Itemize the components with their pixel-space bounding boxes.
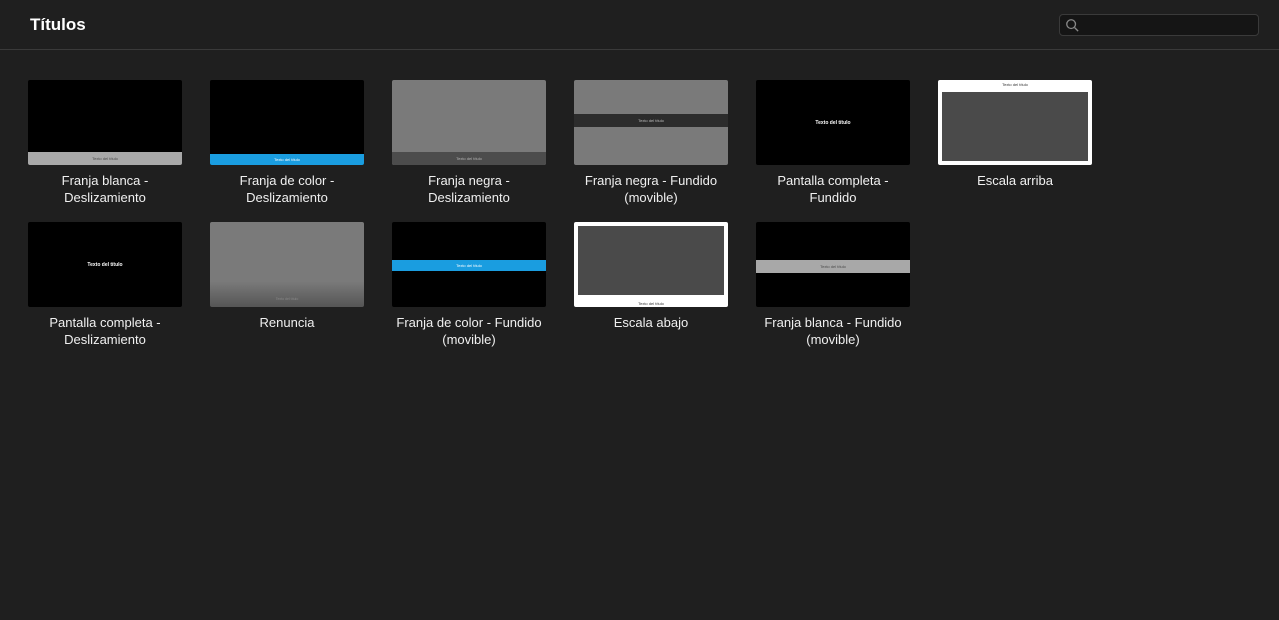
page-title: Títulos [30,15,86,35]
title-tile-franja-negra-deslizamiento[interactable]: Texto del título Franja negra - Deslizam… [392,80,546,207]
title-tile-escala-abajo[interactable]: Texto del título Escala abajo [574,222,728,349]
title-tile-franja-blanca-deslizamiento[interactable]: Texto del título Franja blanca - Desliza… [28,80,182,207]
tile-thumbnail: Texto del título [756,80,910,165]
title-tile-pantalla-completa-deslizamiento[interactable]: Texto del título Pantalla completa - Des… [28,222,182,349]
search-input[interactable] [1059,14,1259,36]
tile-label: Franja blanca - Fundido (movible) [756,315,910,349]
titles-grid: Texto del título Franja blanca - Desliza… [0,50,1279,379]
tile-thumbnail: Texto del título [392,80,546,165]
tile-label: Franja blanca - Deslizamiento [28,173,182,207]
tile-label: Escala arriba [938,173,1092,207]
tile-label: Franja negra - Fundido (movible) [574,173,728,207]
title-tile-franja-color-deslizamiento[interactable]: Texto del título Franja de color - Desli… [210,80,364,207]
title-tile-franja-negra-fundido[interactable]: Texto del título Franja negra - Fundido … [574,80,728,207]
tile-thumbnail: Texto del título [28,80,182,165]
tile-label: Pantalla completa - Deslizamiento [28,315,182,349]
title-tile-franja-color-fundido[interactable]: Texto del título Franja de color - Fundi… [392,222,546,349]
title-tile-franja-blanca-fundido[interactable]: Texto del título Franja blanca - Fundido… [756,222,910,349]
tile-thumbnail: Texto del título [210,80,364,165]
header-bar: Títulos [0,0,1279,50]
tile-thumbnail: Texto del título [210,222,364,307]
tile-label: Franja negra - Deslizamiento [392,173,546,207]
tile-thumbnail: Texto del título [392,222,546,307]
tile-thumbnail: Texto del título [574,222,728,307]
title-tile-renuncia[interactable]: Texto del título Renuncia [210,222,364,349]
tile-label: Franja de color - Deslizamiento [210,173,364,207]
tile-thumbnail: Texto del título [574,80,728,165]
tile-thumbnail: Texto del título [28,222,182,307]
tile-label: Franja de color - Fundido (movible) [392,315,546,349]
tile-label: Escala abajo [574,315,728,349]
title-tile-pantalla-completa-fundido[interactable]: Texto del título Pantalla completa - Fun… [756,80,910,207]
tile-thumbnail: Texto del título [938,80,1092,165]
search-wrap [1059,14,1259,36]
tile-thumbnail: Texto del título [756,222,910,307]
title-tile-escala-arriba[interactable]: Texto del título Escala arriba [938,80,1092,207]
tile-label: Pantalla completa - Fundido [756,173,910,207]
tile-label: Renuncia [210,315,364,349]
